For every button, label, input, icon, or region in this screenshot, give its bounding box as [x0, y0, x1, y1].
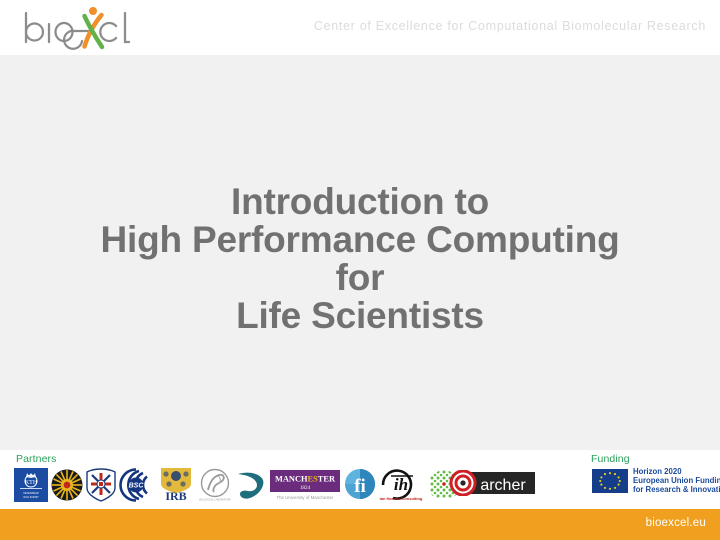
university-of-edinburgh-logo [86, 468, 116, 502]
svg-text:KTH: KTH [25, 480, 38, 486]
title-line-3: for [335, 257, 385, 298]
svg-text:1824: 1824 [300, 485, 311, 491]
title-line-4: Life Scientists [236, 295, 484, 336]
title-line-2: High Performance Computing [100, 219, 620, 260]
fi-institute-logo: fi [345, 469, 375, 499]
archer-label: archer [480, 477, 526, 494]
eu-funding-line-3: for Research & Innovation [633, 485, 720, 495]
presentation-slide: Center of Excellence for Computational B… [0, 0, 720, 540]
bioexcel-logo [18, 4, 133, 52]
university-of-manchester-logo: MANCHESTER 1824 The University of Manche… [270, 470, 340, 500]
svg-text:Ian Harrow Consulting: Ian Harrow Consulting [380, 496, 423, 501]
archer-logo-svg: archer [449, 469, 535, 497]
svg-text:MANCHESTER: MANCHESTER [275, 475, 336, 484]
url-bar: bioexcel.eu [0, 509, 720, 540]
slide-body: Introduction to High Performance Computi… [0, 55, 720, 450]
eu-funding-block: Horizon 2020 European Union Funding for … [592, 467, 720, 495]
bioexcel-logo-svg [24, 7, 131, 50]
svg-text:BSC: BSC [129, 483, 145, 490]
eu-funding-line-1: Horizon 2020 [633, 467, 682, 476]
irb-logo: IRB [161, 468, 191, 503]
partner-logo-row: KTH VETENSKAP OCH KONST BSC IRB BIOLOGIC… [14, 466, 462, 504]
slide-title: Introduction to High Performance Computi… [0, 183, 720, 335]
funding-label: Funding [591, 453, 630, 465]
svg-text:VETENSKAP: VETENSKAP [23, 491, 39, 495]
title-line-1: Introduction to [231, 181, 489, 222]
header-tagline: Center of Excellence for Computational B… [313, 19, 706, 33]
archer-logo: archer [447, 469, 537, 501]
university-of-jyvaskyla-logo [51, 469, 83, 501]
svg-text:The University of Manchester: The University of Manchester [276, 495, 334, 500]
nostrum-biodiscovery-logo: BIOLOGICAL LABORATORY [199, 468, 231, 502]
website-url: bioexcel.eu [645, 517, 706, 529]
svg-text:OCH KONST: OCH KONST [23, 495, 39, 499]
slide-header: Center of Excellence for Computational B… [0, 0, 720, 55]
ian-harrow-consulting-logo: ih Ian Harrow Consulting [380, 469, 423, 501]
bsc-logo: BSC [119, 468, 152, 502]
slide-footer: Partners Funding KTH VETENSKAP OCH KONST [0, 450, 720, 509]
eu-funding-text: Horizon 2020 European Union Funding for … [633, 467, 720, 495]
forschungszentrum-juelich-logo [238, 472, 264, 499]
kth-logo: KTH VETENSKAP OCH KONST [14, 468, 48, 502]
eu-funding-line-2: European Union Funding [633, 476, 720, 486]
eu-flag-icon [592, 468, 628, 493]
svg-text:BIOLOGICAL LABORATORY: BIOLOGICAL LABORATORY [199, 498, 231, 502]
svg-text:fi: fi [354, 476, 366, 497]
partners-label: Partners [16, 453, 57, 465]
svg-text:ih: ih [394, 475, 408, 494]
svg-text:IRB: IRB [165, 489, 186, 503]
